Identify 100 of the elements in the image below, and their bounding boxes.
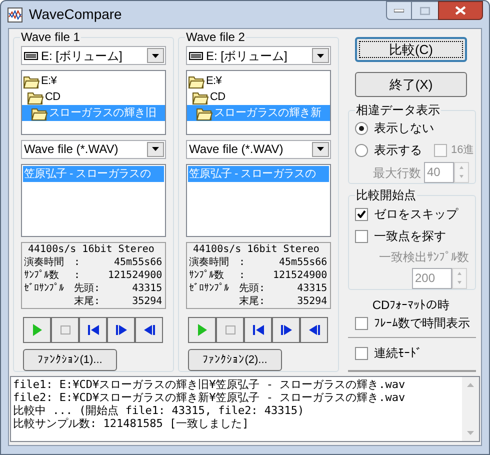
action-button[interactable]: 比較(C) <box>355 37 467 62</box>
end-button[interactable] <box>300 316 328 343</box>
caption-text: CDﾌｫｰﾏｯﾄの時 <box>371 297 451 314</box>
dropdown-button[interactable] <box>147 48 164 63</box>
maximize-button[interactable] <box>412 1 438 20</box>
minimize-button[interactable] <box>386 1 412 20</box>
checkbox-label: ゼロをスキップ <box>374 206 458 223</box>
log-line: 比較サンプル数: 121481585 [一致しました] <box>13 417 250 430</box>
folder-icon <box>23 74 40 88</box>
info-label: ｾﾞﾛｻﾝﾌﾟﾙ <box>24 282 65 295</box>
drive-label: E: [ボリューム] <box>41 48 124 64</box>
info-label: 演奏時間 <box>189 256 230 269</box>
play-button[interactable] <box>23 316 51 343</box>
function-button[interactable]: ﾌｧﾝｸｼｮﾝ(1)... <box>23 348 117 371</box>
log-line: file2: E:¥CD¥スローガラスの輝き新¥笠原弘子 - スローガラスの輝き.wav <box>13 391 406 404</box>
info-value: 121524900 <box>108 268 164 282</box>
filter-dropdown[interactable]: Wave file (*.WAV) <box>21 140 166 159</box>
filter-label: Wave file (*.WAV) <box>24 141 120 158</box>
info-label: 末尾: <box>239 294 266 308</box>
drive-label: E: [ボリューム] <box>206 48 288 64</box>
filter-dropdown[interactable]: Wave file (*.WAV) <box>186 140 331 159</box>
field-label: 最大行数 <box>373 164 421 182</box>
folder-icon <box>27 90 44 104</box>
caret-icon <box>152 147 159 152</box>
checkbox-label: ﾌﾚｰﾑ数で時間表示 <box>374 315 470 332</box>
info-label: 演奏時間 <box>24 256 65 269</box>
info-value: 43315 <box>131 282 164 295</box>
drive-dropdown[interactable]: E: [ボリューム] <box>21 46 166 65</box>
group-title: 比較開始点 <box>355 187 417 203</box>
window-title: WaveCompare <box>29 5 122 24</box>
end-button[interactable] <box>135 316 163 343</box>
close-button[interactable] <box>438 1 483 20</box>
checkbox[interactable] <box>355 346 368 360</box>
folder-item[interactable]: E:¥ <box>187 73 330 89</box>
caret-icon <box>317 147 324 152</box>
info-value: 35294 <box>296 294 328 308</box>
checkbox[interactable] <box>355 230 368 242</box>
dropdown-button[interactable] <box>312 48 329 63</box>
folder-icon <box>192 90 209 104</box>
folder-item[interactable]: E:¥ <box>22 73 165 89</box>
info-value: 35294 <box>131 294 164 308</box>
minimize-icon <box>394 8 404 12</box>
radio-label: 表示する <box>374 142 422 159</box>
folder-icon <box>31 106 48 120</box>
info-label: 先頭: <box>74 282 102 295</box>
action-button[interactable]: 終了(X) <box>355 72 467 97</box>
info-label: : <box>239 268 246 282</box>
function-button[interactable]: ﾌｧﾝｸｼｮﾝ(2)... <box>188 348 282 371</box>
info-label: : <box>74 256 82 269</box>
info-label: ｾﾞﾛｻﾝﾌﾟﾙ <box>189 282 230 295</box>
radio-button[interactable] <box>355 144 368 156</box>
log-line: 比較中 ... (開始点 file1: 43315, file2: 43315) <box>13 404 306 417</box>
checkbox-label: 一致点を探す <box>374 228 446 245</box>
play-button[interactable] <box>188 316 216 343</box>
drive-icon <box>24 52 38 60</box>
filter-label: Wave file (*.WAV) <box>189 141 284 158</box>
stop-button[interactable] <box>216 316 244 343</box>
caret-icon <box>152 54 159 58</box>
dropdown-button[interactable] <box>147 142 164 157</box>
up-arrow-icon <box>467 383 474 387</box>
folder-item[interactable]: CD <box>22 89 165 105</box>
group-title: 相違データ表示 <box>355 102 441 118</box>
info-label: 先頭: <box>239 282 266 295</box>
previous-button[interactable] <box>79 316 107 343</box>
info-value: 45m55s66 <box>113 256 164 269</box>
folder-item[interactable]: CD <box>187 89 330 105</box>
info-label: : <box>74 268 82 282</box>
folder-icon <box>196 106 213 120</box>
radio-label: 表示しない <box>374 120 434 137</box>
radio-button[interactable] <box>355 122 368 134</box>
caret-icon <box>317 54 324 58</box>
info-label: 末尾: <box>74 294 102 308</box>
app-icon <box>7 6 23 22</box>
scrollbar[interactable] <box>462 377 479 441</box>
checkbox[interactable] <box>355 316 368 330</box>
info-value: 43315 <box>296 282 328 295</box>
info-label: ｻﾝﾌﾟﾙ数 <box>189 268 225 282</box>
checkbox-label: 16進 <box>451 142 474 158</box>
info-label: ｻﾝﾌﾟﾙ数 <box>24 268 60 282</box>
maximize-icon <box>420 6 430 14</box>
dropdown-button[interactable] <box>312 142 329 157</box>
folder-icon <box>188 74 205 88</box>
close-icon <box>455 6 466 15</box>
check-icon <box>357 210 366 218</box>
format-text: 44100s/s 16bit Stereo <box>192 242 320 256</box>
checkbox-label: 連続ﾓｰﾄﾞ <box>374 345 422 362</box>
log-line: file1: E:¥CD¥スローガラスの輝き旧¥笠原弘子 - スローガラスの輝き.wav <box>13 378 406 391</box>
drive-icon <box>189 52 203 60</box>
next-button[interactable] <box>107 316 135 343</box>
next-button[interactable] <box>272 316 300 343</box>
info-label: : <box>239 256 246 269</box>
checkbox[interactable] <box>355 208 368 220</box>
info-value: 45m55s66 <box>278 256 328 269</box>
down-arrow-icon <box>467 431 474 435</box>
info-value: 121524900 <box>273 268 328 282</box>
format-text: 44100s/s 16bit Stereo <box>27 242 156 256</box>
previous-button[interactable] <box>244 316 272 343</box>
stop-button[interactable] <box>51 316 79 343</box>
drive-dropdown[interactable]: E: [ボリューム] <box>186 46 331 65</box>
field-label: 一致検出ｻﾝﾌﾟﾙ数 <box>379 249 469 266</box>
